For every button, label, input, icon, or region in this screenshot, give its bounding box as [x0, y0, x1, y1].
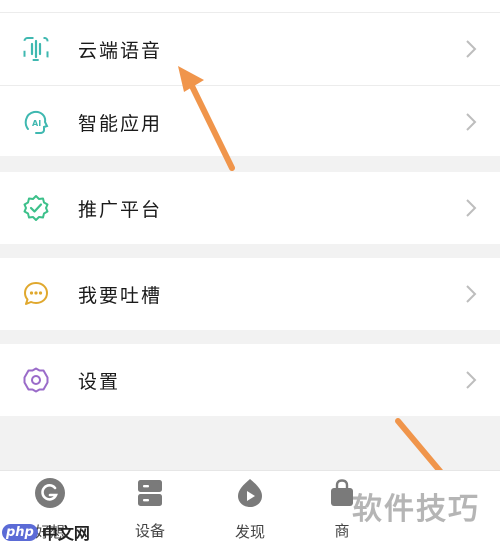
chevron-right-icon: [466, 199, 477, 217]
menu-item-label: 设置: [78, 370, 121, 393]
menu-item-label: 智能应用: [78, 112, 163, 135]
chevron-right-icon: [466, 40, 477, 58]
home-icon: [33, 477, 67, 509]
chevron-right-icon: [466, 285, 477, 303]
watermark-site: 中文网: [41, 524, 90, 543]
chevron-right-icon: [466, 113, 477, 131]
chat-bubble-icon: [22, 280, 50, 308]
device-icon: [133, 477, 167, 508]
tab-devices[interactable]: 设备: [115, 477, 185, 541]
ai-head-icon: AI: [22, 108, 50, 136]
menu-item-smart-apps[interactable]: AI 智能应用: [0, 86, 500, 158]
settings-screen: 云端语音 AI 智能应用 推广平台 我要吐槽 设置 好想 设备 发现 商 软件技…: [0, 0, 500, 546]
menu-item-label: 推广平台: [78, 198, 163, 221]
gear-icon: [22, 366, 50, 394]
menu-group-2: 推广平台: [0, 172, 500, 244]
menu-item-settings[interactable]: 设置: [0, 344, 500, 416]
menu-group-4: 设置: [0, 344, 500, 416]
waveform-icon: [22, 35, 50, 63]
menu-item-promotion[interactable]: 推广平台: [0, 172, 500, 244]
chevron-right-icon: [466, 371, 477, 389]
menu-item-cloud-voice[interactable]: 云端语音: [0, 13, 500, 85]
svg-text:AI: AI: [32, 119, 41, 128]
menu-item-label: 云端语音: [78, 39, 163, 62]
discover-icon: [233, 477, 267, 509]
tab-label: 设备: [134, 522, 165, 540]
tab-discover[interactable]: 发现: [215, 477, 285, 541]
menu-group-3: 我要吐槽: [0, 258, 500, 330]
tab-label: 发现: [234, 523, 265, 541]
menu-item-feedback[interactable]: 我要吐槽: [0, 258, 500, 330]
watermark-badge: php: [2, 523, 38, 541]
menu-item-label: 我要吐槽: [78, 284, 163, 307]
menu-group-1: 云端语音 AI 智能应用: [0, 0, 500, 156]
watermark-text: 软件技巧: [352, 492, 480, 527]
badge-check-icon: [22, 194, 50, 222]
tab-label: 商: [334, 522, 350, 540]
watermark-logo: php 中文网: [2, 520, 90, 544]
